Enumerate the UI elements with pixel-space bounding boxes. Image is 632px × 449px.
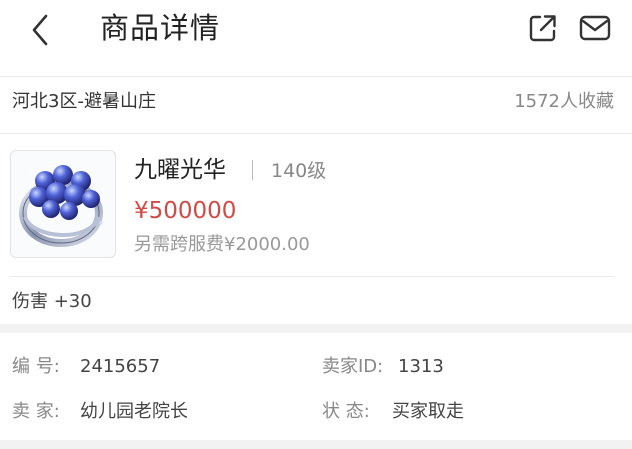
- status-label: 状 态:: [322, 401, 370, 422]
- id-label: 编 号:: [12, 356, 60, 377]
- cross-server-fee: 另需跨服费¥2000.00: [134, 234, 310, 255]
- item-divider: [10, 276, 614, 277]
- share-icon: [529, 15, 556, 42]
- id-value: 2415657: [80, 356, 161, 377]
- summary-divider: [0, 133, 632, 134]
- server-location: 河北3区-避暑山庄: [12, 91, 156, 112]
- favorite-count: 1572人收藏: [514, 91, 614, 112]
- item-thumbnail[interactable]: [10, 150, 116, 258]
- top-bar: 商品详情: [0, 0, 632, 76]
- item-price: ¥500000: [134, 198, 237, 224]
- level-separator: [252, 160, 253, 180]
- share-button[interactable]: [527, 12, 559, 44]
- chevron-left-icon: [32, 14, 48, 46]
- item-attribute: 伤害 +30: [12, 291, 92, 312]
- section-separator: [0, 324, 632, 333]
- seller-label: 卖 家:: [12, 401, 60, 422]
- seller-value: 幼儿园老院长: [80, 401, 188, 422]
- message-button[interactable]: [579, 12, 611, 44]
- mail-icon: [579, 15, 611, 41]
- bottom-separator: [0, 440, 632, 449]
- seller-id-value: 1313: [398, 356, 444, 377]
- page-title: 商品详情: [100, 11, 221, 45]
- item-name: 九曜光华: [134, 157, 226, 183]
- ring-with-blue-gems-icon: [19, 165, 103, 247]
- status-value: 买家取走: [392, 401, 464, 422]
- seller-id-label: 卖家ID:: [322, 356, 384, 377]
- header-divider: [0, 76, 632, 77]
- back-button[interactable]: [22, 12, 58, 48]
- item-level: 140级: [271, 160, 327, 182]
